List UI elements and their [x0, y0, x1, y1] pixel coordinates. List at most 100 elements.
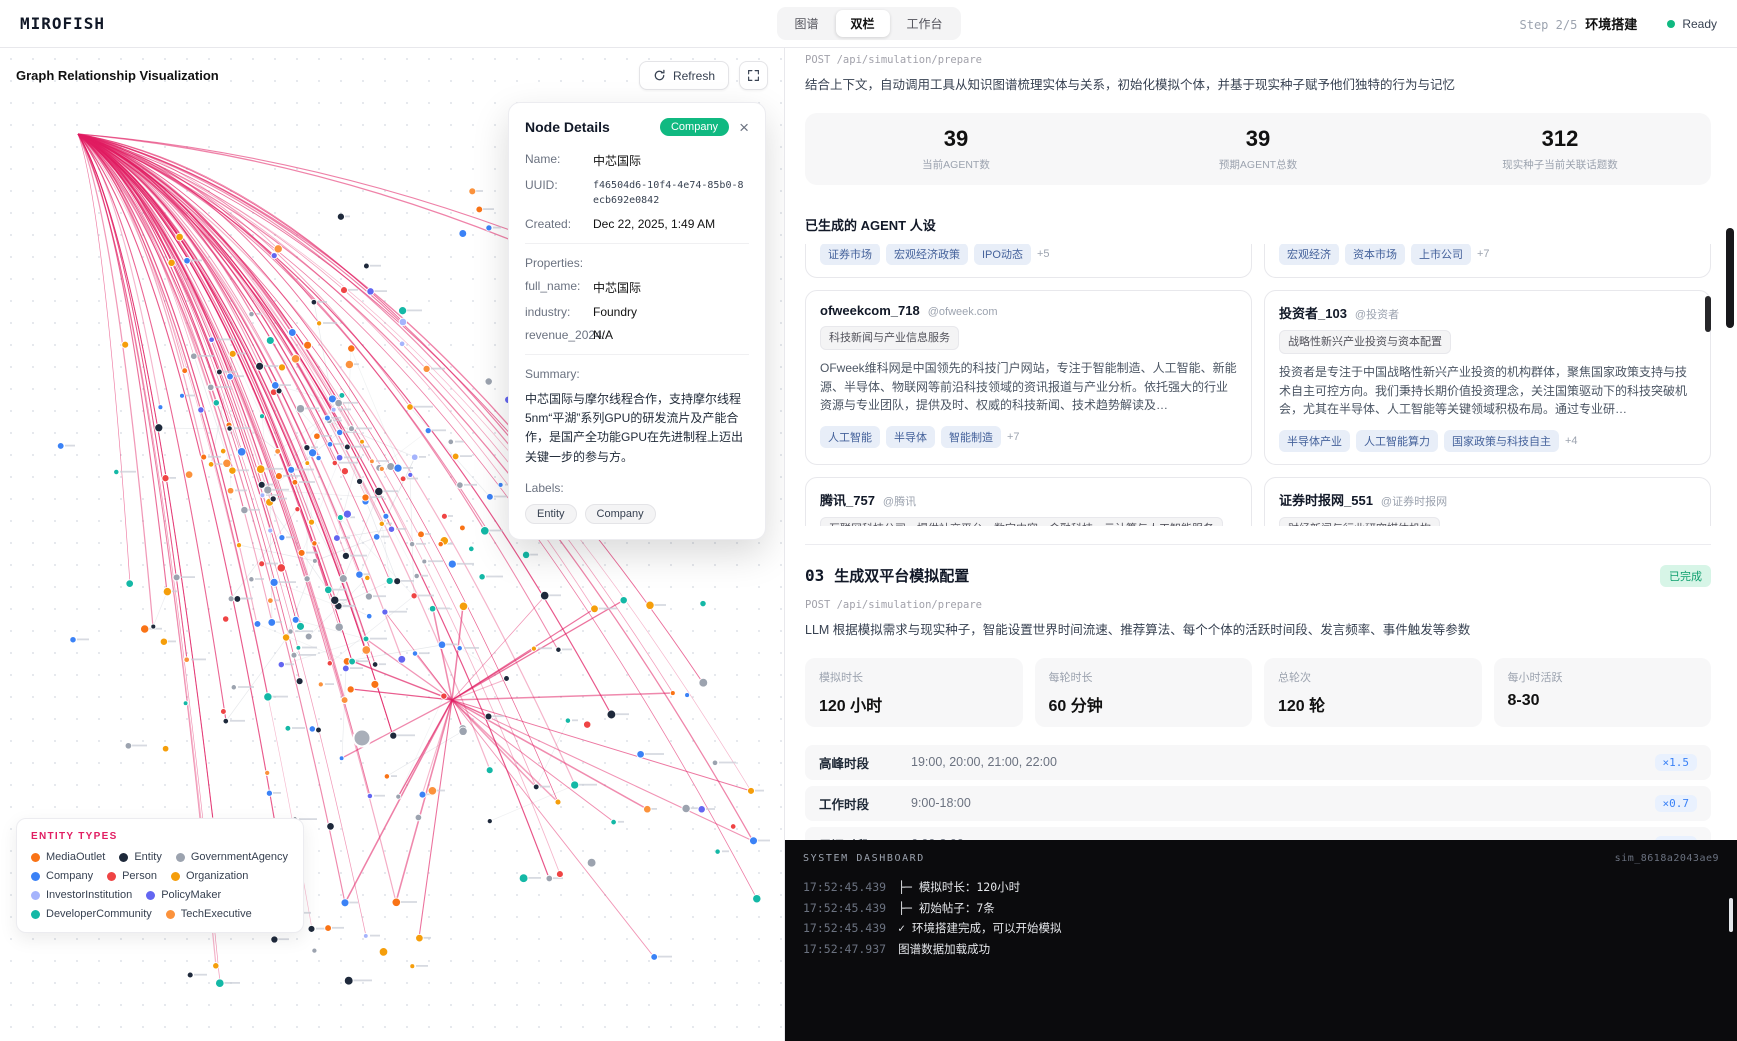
refresh-button[interactable]: Refresh: [639, 61, 729, 90]
agent-tag-row: 宏观经济资本市场上市公司+7: [1279, 244, 1696, 265]
field-value: N/A: [593, 328, 749, 342]
legend-dot-icon: [31, 910, 40, 919]
agent-list-scrollbar-thumb[interactable]: [1705, 296, 1711, 332]
agent-list[interactable]: 证券市场宏观经济政策IPO动态+5宏观经济资本市场上市公司+7ofweekcom…: [805, 244, 1711, 526]
stat-item: 312现实种子当前关联话题数: [1409, 126, 1711, 172]
log-timestamp: 17:52:45.439: [803, 877, 886, 898]
fullscreen-icon: [747, 69, 760, 82]
legend-dot-icon: [146, 891, 155, 900]
agent-name: 投资者_103: [1279, 303, 1347, 322]
agent-bio: OFweek维科网是中国领先的科技门户网站，专注于智能制造、人工智能、新能源、半…: [820, 359, 1237, 415]
config-value: 120 小时: [819, 692, 1009, 716]
log-message: 图谱数据加载成功: [898, 939, 990, 960]
legend-title: ENTITY TYPES: [31, 831, 289, 842]
node-labels: EntityCompany: [525, 504, 749, 524]
log-timestamp: 17:52:47.937: [803, 939, 886, 960]
agent-tag: 上市公司: [1411, 244, 1471, 265]
agent-role-chip: 财经新闻与行业研究媒体机构: [1279, 517, 1440, 526]
right-scroll-area[interactable]: POST /api/simulation/prepare 结合上下文，自动调用工…: [785, 48, 1737, 840]
config-label: 总轮次: [1278, 669, 1468, 685]
legend-item-Company: Company: [31, 870, 93, 882]
agent-tag-row: 人工智能半导体智能制造+7: [820, 426, 1237, 448]
legend-label: PolicyMaker: [161, 889, 221, 901]
agent-handle: @证券时报网: [1381, 493, 1447, 509]
agent-role-chip: 互联网科技公司，提供社交平台、数字内容、金融科技、云计算与人工智能服务: [820, 517, 1223, 526]
stat-label: 当前AGENT数: [805, 157, 1107, 172]
agent-tag-more: +7: [1477, 248, 1490, 260]
agent-card: 腾讯_757@腾讯互联网科技公司，提供社交平台、数字内容、金融科技、云计算与人工…: [805, 477, 1252, 526]
legend-label: MediaOutlet: [46, 851, 105, 863]
terminal-title: SYSTEM DASHBOARD: [803, 853, 925, 864]
legend-label: Organization: [186, 870, 248, 882]
graph-panel: Graph Relationship Visualization Refresh: [0, 48, 785, 1041]
field-label: revenue_2024:: [525, 328, 593, 342]
step3-endpoint: POST /api/simulation/prepare: [805, 599, 1711, 611]
terminal-scrollbar-thumb[interactable]: [1729, 898, 1733, 932]
log-message: ├─ 模拟时长：120小时: [898, 877, 1020, 898]
node-field-row: UUID:f46504d6-10f4-4e74-85b0-8ecb692e084…: [525, 178, 749, 208]
node-label-pill: Company: [585, 504, 656, 524]
node-field-row: Name:中芯国际: [525, 152, 749, 169]
schedule-multiplier: ×0.7: [1655, 795, 1698, 812]
schedule-time: 19:00, 20:00, 21:00, 22:00: [911, 755, 1655, 769]
agent-tag: 人工智能: [820, 426, 880, 448]
right-scrollbar-thumb[interactable]: [1726, 228, 1734, 328]
field-label: industry:: [525, 305, 593, 319]
agent-tag: 证券市场: [820, 244, 880, 265]
terminal-log-line: 17:52:47.937 图谱数据加载成功: [803, 939, 1719, 960]
expand-button[interactable]: [739, 61, 768, 90]
terminal-log-line: 17:52:45.439├─ 初始帖子：7条: [803, 898, 1719, 919]
legend-label: GovernmentAgency: [191, 851, 288, 863]
legend-label: Entity: [134, 851, 162, 863]
legend-item-Entity: Entity: [119, 851, 162, 863]
tab-双栏[interactable]: 双栏: [835, 10, 889, 37]
legend-dot-icon: [119, 853, 128, 862]
schedule-multiplier: ×1.5: [1655, 754, 1698, 771]
graph-actions: Refresh: [639, 61, 768, 90]
config-card: 模拟时长 120 小时: [805, 658, 1023, 727]
agent-name: 腾讯_757: [820, 490, 875, 509]
agent-card: 投资者_103@投资者战略性新兴产业投资与资本配置投资者是专注于中国战略性新兴产…: [1264, 290, 1711, 465]
tab-图谱[interactable]: 图谱: [779, 10, 833, 37]
agent-card-header: 腾讯_757@腾讯: [820, 490, 1237, 509]
log-message: ├─ 初始帖子：7条: [898, 898, 995, 919]
agent-handle: @ofweek.com: [928, 306, 998, 318]
agent-card: ofweekcom_718@ofweek.com科技新闻与产业信息服务OFwee…: [805, 290, 1252, 465]
agent-tag-row: 证券市场宏观经济政策IPO动态+5: [820, 244, 1237, 265]
step3-section: 03 生成双平台模拟配置 已完成 POST /api/simulation/pr…: [805, 544, 1711, 840]
schedule-label: 工作时段: [819, 794, 911, 813]
agent-tag: IPO动态: [974, 244, 1031, 265]
node-field-row: full_name:中芯国际: [525, 279, 749, 296]
legend-item-GovernmentAgency: GovernmentAgency: [176, 851, 288, 863]
agent-name: 证券时报网_551: [1279, 490, 1373, 509]
agent-tag-more: +5: [1037, 248, 1050, 260]
node-details-header: Node Details Company ×: [525, 118, 749, 136]
top-header: MIROFISH 图谱双栏工作台 Step 2/5 环境搭建 Ready: [0, 0, 1737, 48]
stat-item: 39 当前AGENT数: [805, 126, 1107, 172]
agent-role-chip: 科技新闻与产业信息服务: [820, 326, 959, 351]
app-window: MIROFISH 图谱双栏工作台 Step 2/5 环境搭建 Ready Gra…: [0, 0, 1737, 1041]
config-grid: 模拟时长120 小时每轮时长60 分钟总轮次120 轮每小时活跃8-30: [805, 658, 1711, 727]
refresh-icon: [653, 69, 666, 82]
field-label: UUID:: [525, 178, 593, 208]
config-card: 每轮时长60 分钟: [1035, 658, 1253, 727]
header-right: Step 2/5 环境搭建 Ready: [1520, 14, 1718, 33]
stat-value: 39: [805, 126, 1107, 152]
agents-section-title: 已生成的 AGENT 人设: [805, 215, 1711, 234]
field-label: full_name:: [525, 279, 593, 296]
labels-title: Labels:: [525, 481, 749, 495]
field-value: f46504d6-10f4-4e74-85b0-8ecb692e0842: [593, 178, 749, 208]
legend-item-PolicyMaker: PolicyMaker: [146, 889, 221, 901]
agent-card-header: 证券时报网_551 @证券时报网: [1279, 490, 1696, 509]
field-value: Dec 22, 2025, 1:49 AM: [593, 217, 749, 231]
config-label: 模拟时长: [819, 669, 1009, 685]
tab-工作台[interactable]: 工作台: [892, 10, 958, 37]
step-name: 环境搭建: [1585, 14, 1637, 33]
stats-card: 39当前AGENT数39预期AGENT总数312现实种子当前关联话题数: [805, 113, 1711, 185]
legend-item-DeveloperCommunity: DeveloperCommunity: [31, 908, 152, 920]
status-dot-icon: [1667, 20, 1675, 28]
agent-handle: @投资者: [1355, 306, 1399, 322]
node-field-row: industry:Foundry: [525, 305, 749, 319]
terminal-logs: 17:52:45.439 ├─ 模拟时长：120小时17:52:45.439├─ …: [803, 877, 1719, 960]
close-icon[interactable]: ×: [739, 119, 749, 136]
